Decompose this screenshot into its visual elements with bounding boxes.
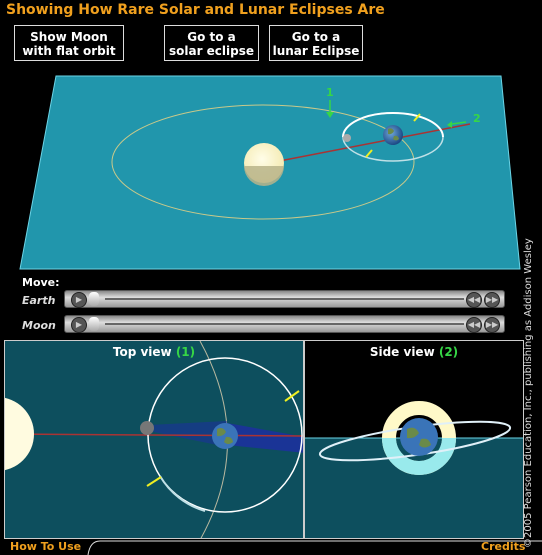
top-view-title-num: (1): [175, 345, 196, 359]
side-view-panel: Side view (2): [304, 340, 524, 539]
moon-label: Moon: [22, 319, 56, 332]
solar-button-line1: Go to a: [187, 30, 236, 44]
side-view-title: Side view (2): [305, 345, 523, 359]
play-icon[interactable]: ▶: [71, 317, 87, 333]
top-view-diagram: [5, 341, 303, 538]
earth-icon: [212, 423, 238, 449]
flat-orbit-line2: with flat orbit: [22, 44, 116, 58]
earth-slider-thumb[interactable]: [89, 292, 99, 306]
side-view-title-text: Side view: [369, 345, 435, 359]
how-to-use-link[interactable]: How To Use: [10, 540, 81, 553]
fast-forward-icon[interactable]: ▶▶: [484, 317, 500, 333]
orbit-scene: 1 2: [19, 75, 521, 270]
earth-slider-track: [105, 298, 464, 300]
solar-eclipse-button[interactable]: Go to a solar eclipse: [164, 25, 259, 61]
moon-icon: [343, 134, 351, 142]
lunar-button-line1: Go to a: [291, 30, 341, 44]
flat-orbit-line1: Show Moon: [30, 30, 108, 44]
lunar-eclipse-button[interactable]: Go to a lunar Eclipse: [269, 25, 363, 61]
side-view-title-num: (2): [438, 345, 459, 359]
marker-2-label: 2: [473, 112, 481, 125]
earth-label: Earth: [22, 294, 56, 307]
sun-icon: [244, 143, 284, 186]
side-view-diagram: [305, 401, 523, 538]
moon-slider-thumb[interactable]: [89, 317, 99, 331]
move-label: Move:: [22, 276, 60, 289]
earth-slider[interactable]: ▶ ◀◀ ▶▶: [64, 290, 505, 308]
top-view-title: Top view (1): [5, 345, 303, 359]
node-mark-1: [146, 476, 162, 487]
earth-icon: [383, 125, 403, 145]
page-title: Showing How Rare Solar and Lunar Eclipse…: [6, 2, 385, 18]
rewind-icon[interactable]: ◀◀: [466, 292, 482, 308]
top-view-panel: Top view (1): [4, 340, 304, 539]
show-flat-orbit-button[interactable]: Show Moon with flat orbit: [14, 25, 124, 61]
marker-1-label: 1: [326, 86, 334, 99]
footer-bar: [87, 540, 542, 555]
solar-button-line2: solar eclipse: [168, 44, 255, 58]
fast-forward-icon[interactable]: ▶▶: [484, 292, 500, 308]
credits-link[interactable]: Credits: [481, 540, 525, 553]
moon-slider-track: [105, 323, 464, 325]
copyright-text: ©2005 Pearson Education, Inc., publishin…: [523, 238, 534, 548]
node-mark-2: [284, 390, 300, 402]
top-view-title-text: Top view: [112, 345, 172, 359]
moon-slider[interactable]: ▶ ◀◀ ▶▶: [64, 315, 505, 333]
earth-icon: [400, 418, 438, 456]
earth-shadow: [227, 423, 303, 453]
moon-icon: [140, 421, 154, 435]
lunar-button-line2: lunar Eclipse: [272, 44, 360, 58]
sun-icon: [5, 397, 34, 471]
rewind-icon[interactable]: ◀◀: [466, 317, 482, 333]
play-icon[interactable]: ▶: [71, 292, 87, 308]
